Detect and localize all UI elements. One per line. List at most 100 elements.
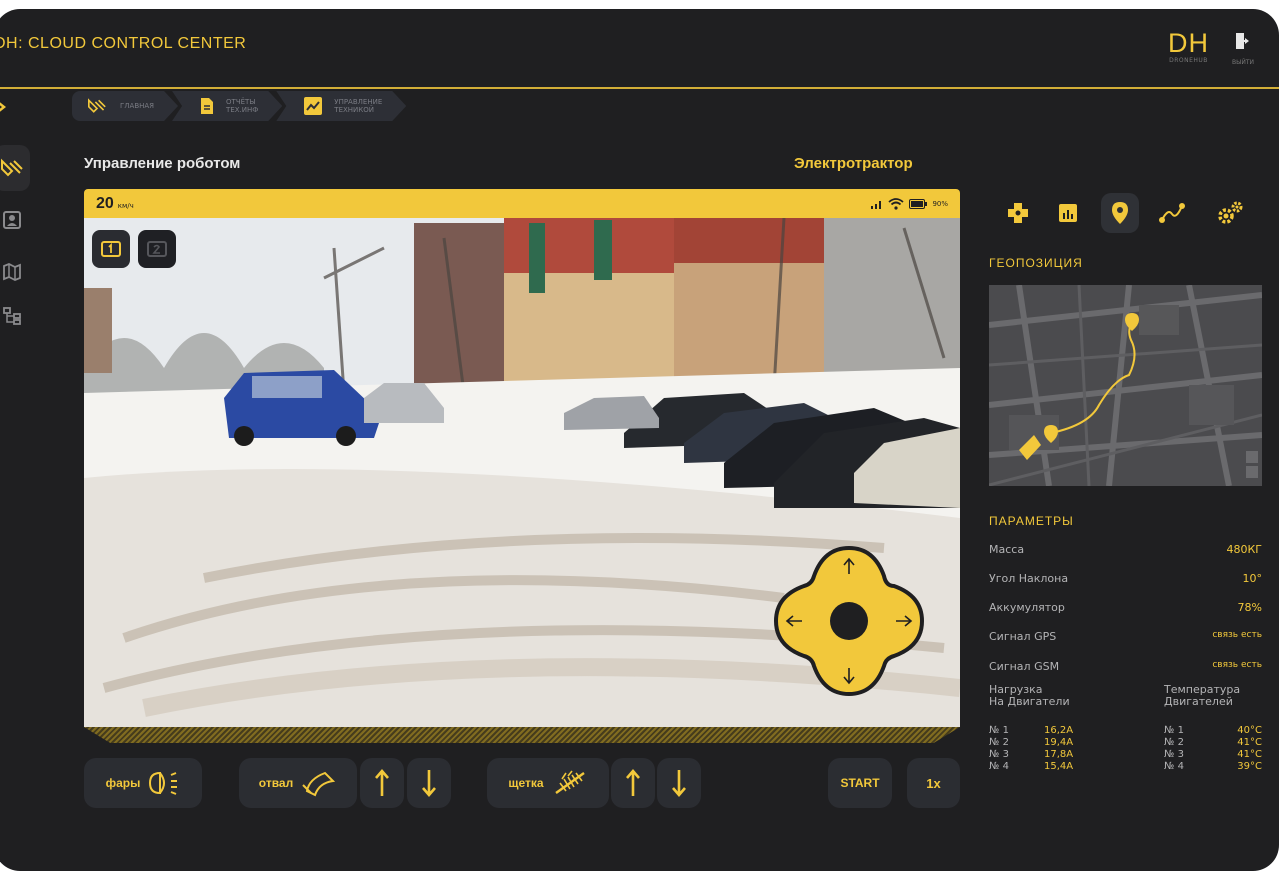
plow-icon [1, 158, 23, 177]
motor-load-row: № 2 19,4А [989, 737, 1089, 748]
expand-sidebar-icon[interactable] [0, 97, 8, 117]
sidebar-item-structure[interactable] [0, 293, 30, 339]
param-label: Аккумулятор [989, 601, 1065, 614]
start-button[interactable]: START [828, 758, 892, 808]
location-pin-icon [1112, 202, 1128, 224]
motor-id: № 3 [989, 749, 1009, 760]
arrow-down-icon [672, 770, 686, 797]
wifi-icon [888, 197, 905, 210]
map-icon [3, 263, 21, 281]
battery-icon [909, 198, 928, 209]
arrow-up-icon [375, 769, 389, 796]
motor-id: № 4 [989, 761, 1009, 772]
param-value: 10° [1242, 572, 1263, 585]
motor-temp-value: 41°С [1237, 749, 1262, 760]
exit-label: ВЫЙТИ [1231, 59, 1255, 66]
breadcrumb-label: ОТЧЁТЫ ТЕХ.ИНФ [226, 98, 259, 114]
blade-down-button[interactable] [407, 758, 451, 808]
speed-multiplier-button[interactable]: 1x [907, 758, 960, 808]
motor-load-value: 15,4А [1044, 761, 1074, 772]
video-feed: 20 км/ч 90% [84, 189, 960, 727]
camera-front-button[interactable] [92, 230, 130, 268]
camera-one-icon [101, 241, 121, 257]
motor-load-row: № 3 17,8А [989, 749, 1089, 760]
motor-temp-value: 41°С [1237, 737, 1262, 748]
params-heading: ПАРАМЕТРЫ [989, 514, 1074, 528]
right-panel-tabs [999, 193, 1269, 233]
route-icon [1159, 203, 1185, 223]
sidebar-item-operators[interactable] [0, 197, 30, 243]
geo-heading: ГЕОПОЗИЦИЯ [989, 256, 1083, 270]
motor-temp-value: 40°С [1237, 725, 1262, 736]
camera-two-icon [147, 241, 167, 257]
param-label: Угол Наклона [989, 572, 1069, 585]
param-label: Масса [989, 543, 1025, 556]
tab-settings[interactable] [1211, 193, 1249, 233]
lights-button[interactable]: фары [84, 758, 202, 808]
document-icon [200, 97, 214, 115]
breadcrumb-label: УПРАВЛЕНИЕ ТЕХНИКОЙ [334, 98, 383, 114]
speed-value: 20 [96, 194, 114, 212]
video-bottom-stripe [84, 727, 960, 743]
motor-id: № 2 [1164, 737, 1184, 748]
tab-geolocation[interactable] [1101, 193, 1139, 233]
brush-icon [554, 770, 585, 794]
dpad-icon [1008, 203, 1028, 223]
tab-statistics[interactable] [1049, 193, 1087, 233]
motor-load-row: № 1 16,2А [989, 725, 1089, 736]
arrow-down-icon [422, 770, 436, 797]
signal-icon [871, 200, 882, 209]
motor-temp-value: 39°С [1237, 761, 1262, 772]
motor-id: № 1 [1164, 725, 1184, 736]
hierarchy-icon [3, 307, 21, 325]
video-status-bar: 20 км/ч 90% [84, 189, 960, 218]
header-divider [0, 87, 1279, 89]
breadcrumb: ГЛАВНАЯ ОТЧЁТЫ ТЕХ.ИНФ УПРАВЛЕНИЕ ТЕХНИК… [72, 91, 400, 121]
brush-down-button[interactable] [657, 758, 701, 808]
param-battery: Аккумулятор 78% [989, 601, 1262, 614]
param-value: 78% [1237, 601, 1262, 614]
motor-id: № 4 [1164, 761, 1184, 772]
sidebar-item-map[interactable] [0, 249, 30, 295]
brush-up-button[interactable] [611, 758, 655, 808]
brand-logo: DH DRONEHUB [1168, 29, 1209, 64]
param-mass: Масса 480КГ [989, 543, 1262, 556]
tab-route[interactable] [1153, 193, 1191, 233]
motor-load-row: № 4 15,4А [989, 761, 1089, 772]
logo-subtitle: DRONEHUB [1169, 57, 1208, 64]
movement-joystick[interactable] [773, 545, 925, 697]
sidebar-item-control[interactable] [0, 145, 30, 191]
geo-map[interactable] [989, 285, 1262, 486]
breadcrumb-home[interactable]: ГЛАВНАЯ [72, 91, 178, 121]
blade-button[interactable]: отвал [239, 758, 357, 808]
param-value: 480КГ [1226, 543, 1262, 556]
motor-temp-row: № 4 39°С [1164, 761, 1262, 772]
param-value: связь есть [1212, 660, 1262, 670]
breadcrumb-control[interactable]: УПРАВЛЕНИЕ ТЕХНИКОЙ [276, 91, 406, 121]
blade-label: отвал [258, 776, 294, 790]
param-label: Сигнал GPS [989, 630, 1057, 643]
param-value: связь есть [1212, 630, 1262, 640]
blade-up-button[interactable] [360, 758, 404, 808]
logout-icon [1236, 33, 1249, 49]
motor-id: № 3 [1164, 749, 1184, 760]
motor-id: № 1 [989, 725, 1009, 736]
brush-button[interactable]: щетка [487, 758, 609, 808]
motor-load-value: 16,2А [1044, 725, 1074, 736]
motor-load-heading: Нагрузка На Двигатели [989, 683, 1070, 708]
tab-controls[interactable] [999, 193, 1037, 233]
motor-temp-row: № 3 41°С [1164, 749, 1262, 760]
camera-view [84, 218, 960, 727]
exit-button[interactable]: ВЫЙТИ [1229, 31, 1257, 66]
connection-status: 90% [871, 197, 948, 210]
brush-label: щетка [508, 776, 544, 790]
joystick-pad-icon [773, 545, 925, 697]
user-card-icon [3, 211, 21, 229]
motor-load-value: 17,8А [1044, 749, 1074, 760]
camera-rear-button[interactable] [138, 230, 176, 268]
breadcrumb-reports[interactable]: ОТЧЁТЫ ТЕХ.ИНФ [172, 91, 282, 121]
lights-label: фары [105, 776, 141, 790]
battery-percent: 90% [932, 199, 948, 208]
motor-id: № 2 [989, 737, 1009, 748]
robot-type-label: Электротрактор [794, 155, 913, 172]
